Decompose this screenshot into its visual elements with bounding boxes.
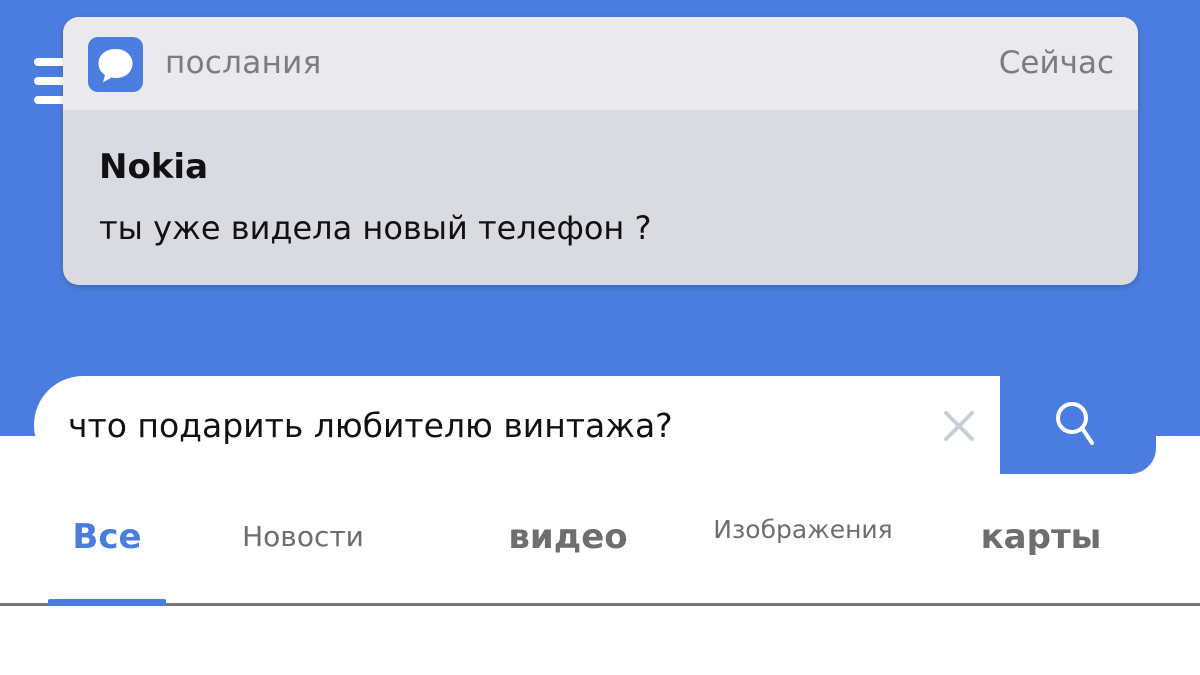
search-box [34,376,1000,474]
message-notification[interactable]: послания Сейчас Nokia ты уже видела новы… [63,17,1138,285]
message-bubble-icon [88,37,143,92]
tab-video[interactable]: видео [498,517,638,557]
tab-maps[interactable]: карты [970,517,1112,557]
tab-images[interactable]: Изображения [700,515,906,544]
notification-message: ты уже видела новый телефон ? [99,209,652,247]
tab-all[interactable]: Все [48,517,166,557]
search-button[interactable] [1000,376,1156,474]
tab-divider [0,603,1200,606]
search-page: послания Сейчас Nokia ты уже видела новы… [0,0,1200,675]
active-tab-indicator [48,599,166,606]
tab-news[interactable]: Новости [240,516,366,558]
notification-sender: Nokia [99,147,209,187]
notification-time: Сейчас [998,45,1114,81]
search-input[interactable] [68,406,928,445]
notification-app-name: послания [165,45,322,81]
close-icon[interactable] [942,409,976,443]
search-icon [1056,402,1094,445]
notification-header: послания Сейчас [63,17,1138,110]
